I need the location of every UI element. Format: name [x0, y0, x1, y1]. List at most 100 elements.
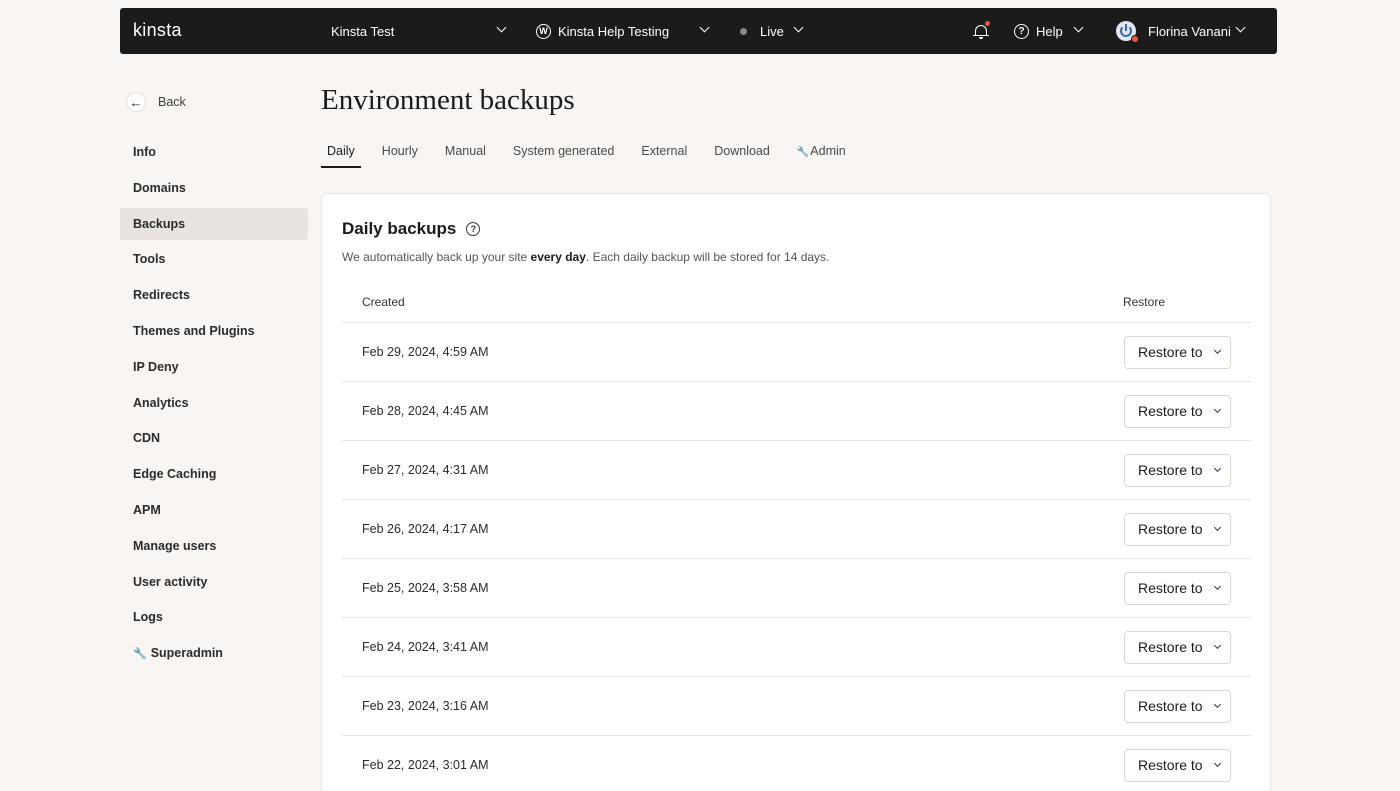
environment-status-dot — [740, 27, 747, 35]
page-title: Environment backups — [321, 84, 575, 116]
chevron-down-icon — [1213, 523, 1221, 531]
backup-date: Feb 23, 2024, 3:16 AM — [362, 699, 489, 713]
restore-to-label: Restore to — [1138, 344, 1203, 360]
backup-date: Feb 22, 2024, 3:01 AM — [362, 758, 489, 772]
tab-admin-label: Admin — [810, 144, 846, 158]
table-row: Feb 22, 2024, 3:01 AM Restore to — [342, 736, 1251, 791]
restore-to-button[interactable]: Restore to — [1124, 748, 1231, 782]
backup-date: Feb 28, 2024, 4:45 AM — [362, 404, 489, 418]
desc-text: . Each daily backup will be stored for 1… — [585, 250, 830, 264]
card-title-text: Daily backups — [342, 219, 457, 238]
table-header: Created Restore — [342, 281, 1251, 323]
table-row: Feb 27, 2024, 4:31 AM Restore to — [342, 441, 1251, 500]
tab-hourly[interactable]: Hourly — [376, 138, 424, 168]
chevron-down-icon — [1235, 22, 1246, 33]
chevron-down-icon — [1213, 405, 1221, 413]
sidebar-item-label: Analytics — [133, 395, 189, 410]
restore-to-label: Restore to — [1138, 462, 1203, 478]
column-created: Created — [362, 294, 405, 309]
sidebar-item-ip-deny[interactable]: IP Deny — [120, 351, 308, 383]
table-row: Feb 26, 2024, 4:17 AM Restore to — [342, 500, 1251, 559]
tab-system-generated[interactable]: System generated — [507, 138, 620, 168]
bell-icon — [973, 20, 990, 39]
sidebar-item-tools[interactable]: Tools — [120, 243, 308, 275]
restore-to-button[interactable]: Restore to — [1124, 394, 1231, 428]
backup-date: Feb 27, 2024, 4:31 AM — [362, 463, 489, 477]
restore-to-button[interactable]: Restore to — [1124, 335, 1231, 369]
column-restore: Restore — [1122, 294, 1165, 309]
site-selector[interactable]: W Kinsta Help Testing — [536, 8, 712, 54]
card-title: Daily backups ? — [342, 219, 481, 239]
tab-daily[interactable]: Daily — [321, 138, 361, 168]
kinsta-logo[interactable]: kinsta — [133, 20, 182, 41]
chevron-down-icon — [1073, 22, 1084, 33]
sidebar-item-label: Logs — [133, 610, 163, 625]
restore-to-label: Restore to — [1138, 403, 1203, 419]
sidebar-item-logs[interactable]: Logs — [120, 601, 308, 633]
sidebar-item-label: Backups — [133, 216, 186, 231]
sidebar: Info Domains Backups Tools Redirects The… — [120, 136, 308, 673]
sidebar-item-domains[interactable]: Domains — [120, 172, 308, 204]
sidebar-item-label: Themes and Plugins — [133, 323, 255, 338]
environment-selector[interactable]: Live — [740, 8, 806, 54]
restore-to-label: Restore to — [1138, 698, 1203, 714]
help-label: Help — [1036, 23, 1063, 39]
arrow-left-icon: ← — [126, 92, 146, 112]
restore-to-label: Restore to — [1138, 521, 1203, 537]
table-row: Feb 23, 2024, 3:16 AM Restore to — [342, 677, 1251, 736]
sidebar-item-label: User activity — [133, 574, 208, 589]
site-name: Kinsta Help Testing — [558, 23, 670, 39]
chevron-down-icon — [1213, 464, 1221, 472]
company-selector[interactable]: Kinsta Test — [331, 8, 509, 54]
user-menu[interactable]: Florina Vanani — [1116, 8, 1248, 54]
backup-date: Feb 25, 2024, 3:58 AM — [362, 581, 489, 595]
notification-dot — [985, 20, 990, 26]
sidebar-item-superadmin[interactable]: 🔧 Superadmin — [120, 637, 308, 669]
back-button[interactable]: ← Back — [126, 92, 186, 112]
sidebar-item-analytics[interactable]: Analytics — [120, 387, 308, 419]
tab-external[interactable]: External — [635, 138, 693, 168]
sidebar-item-label: Domains — [133, 180, 186, 195]
help-circle-icon[interactable]: ? — [466, 222, 481, 236]
sidebar-item-redirects[interactable]: Redirects — [120, 279, 308, 311]
backups-table: Created Restore Feb 29, 2024, 4:59 AM Res… — [342, 281, 1251, 791]
chevron-down-icon — [496, 22, 507, 33]
tab-admin[interactable]: 🔧Admin — [791, 138, 852, 168]
tab-download[interactable]: Download — [708, 138, 776, 168]
avatar — [1116, 21, 1139, 43]
backup-tabs: Daily Hourly Manual System generated Ext… — [321, 138, 867, 168]
back-label: Back — [158, 95, 186, 109]
restore-to-button[interactable]: Restore to — [1124, 453, 1231, 487]
daily-backups-card: Daily backups ? We automatically back up… — [321, 193, 1271, 791]
chevron-down-icon — [1213, 759, 1221, 767]
help-menu[interactable]: ? Help — [1014, 8, 1086, 54]
sidebar-item-label: Tools — [133, 252, 166, 267]
restore-to-label: Restore to — [1138, 580, 1203, 596]
restore-to-button[interactable]: Restore to — [1124, 512, 1231, 546]
table-row: Feb 28, 2024, 4:45 AM Restore to — [342, 382, 1251, 441]
sidebar-item-label: Manage users — [133, 538, 217, 553]
restore-to-button[interactable]: Restore to — [1124, 689, 1231, 723]
sidebar-item-manage-users[interactable]: Manage users — [120, 530, 308, 562]
notifications-button[interactable] — [973, 8, 990, 54]
backup-date: Feb 29, 2024, 4:59 AM — [362, 345, 489, 359]
sidebar-item-edge-caching[interactable]: Edge Caching — [120, 458, 308, 490]
sidebar-item-apm[interactable]: APM — [120, 494, 308, 526]
card-description: We automatically back up your site every… — [342, 250, 829, 264]
sidebar-item-themes-plugins[interactable]: Themes and Plugins — [120, 315, 308, 347]
sidebar-item-cdn[interactable]: CDN — [120, 422, 308, 454]
tab-manual[interactable]: Manual — [439, 138, 492, 168]
wordpress-icon: W — [536, 23, 551, 39]
restore-to-button[interactable]: Restore to — [1124, 571, 1231, 605]
desc-text: We automatically back up your site — [342, 250, 531, 264]
sidebar-item-backups[interactable]: Backups — [120, 207, 308, 240]
sidebar-item-user-activity[interactable]: User activity — [120, 566, 308, 598]
chevron-down-icon — [1213, 700, 1221, 708]
table-row: Feb 24, 2024, 3:41 AM Restore to — [342, 618, 1251, 677]
chevron-down-icon — [699, 22, 710, 33]
restore-to-label: Restore to — [1138, 757, 1203, 773]
sidebar-item-info[interactable]: Info — [120, 136, 308, 168]
sidebar-item-label: Info — [133, 145, 156, 159]
restore-to-button[interactable]: Restore to — [1124, 630, 1231, 664]
sidebar-item-label: IP Deny — [133, 359, 179, 374]
